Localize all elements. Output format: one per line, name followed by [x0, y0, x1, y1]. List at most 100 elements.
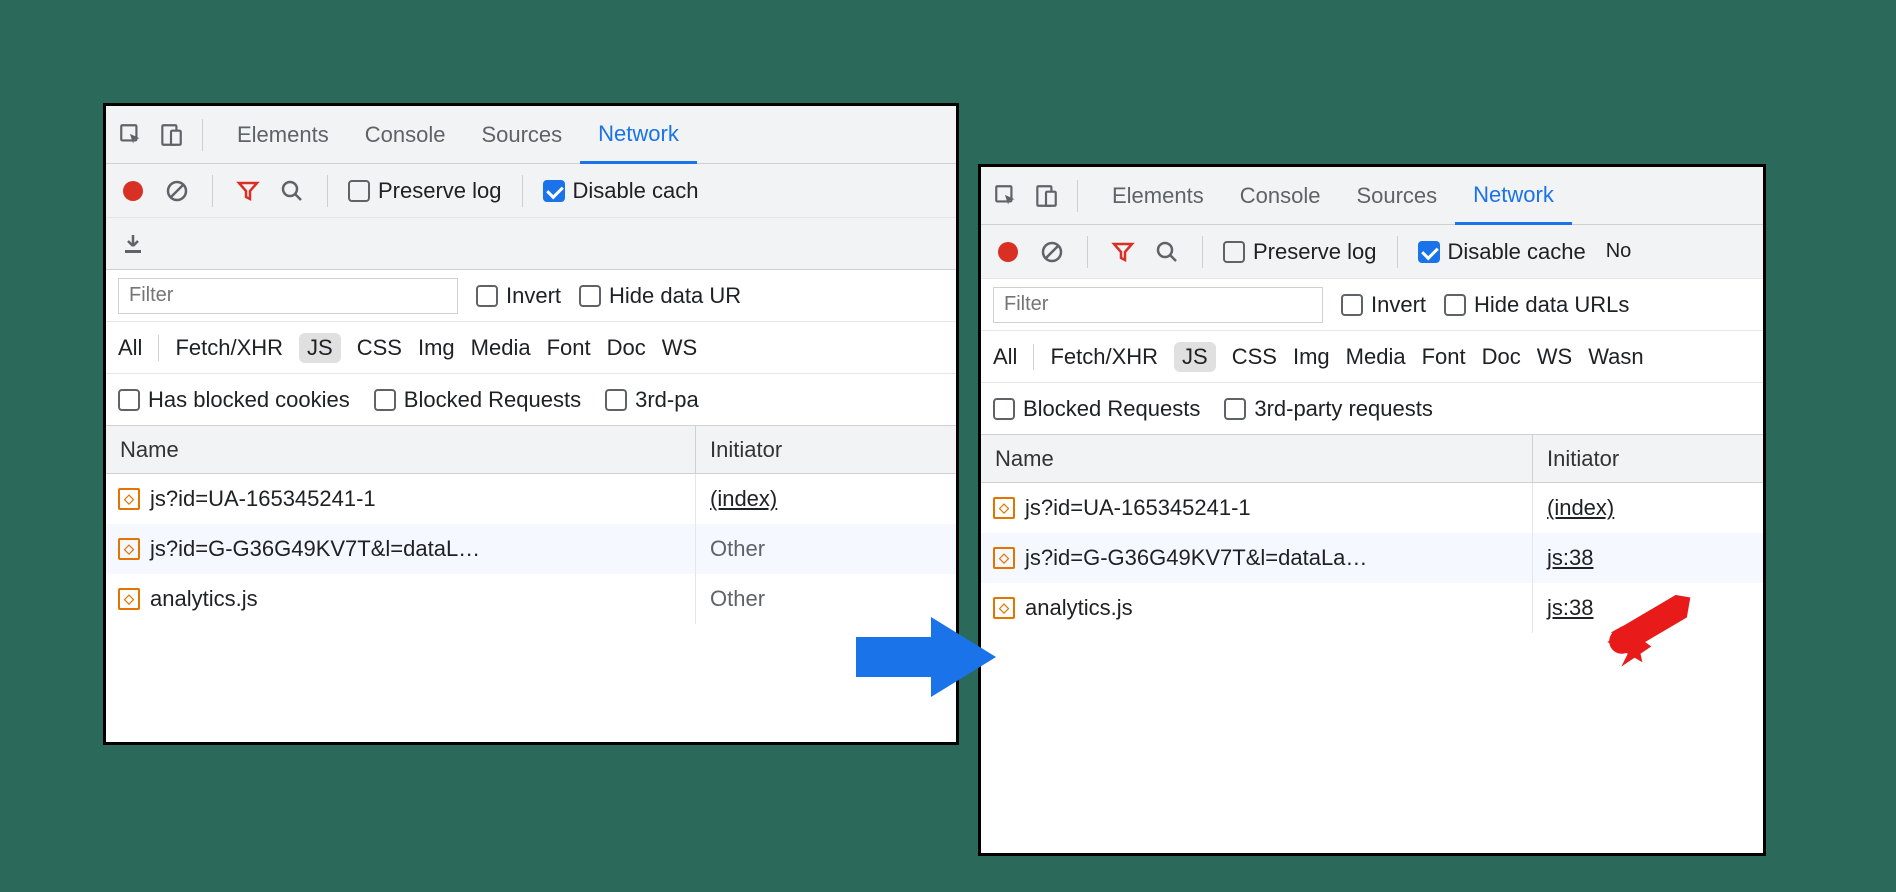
filter-icon[interactable] [1108, 237, 1138, 267]
third-party-label: 3rd-party requests [1254, 396, 1433, 422]
type-media[interactable]: Media [1346, 344, 1406, 370]
column-initiator[interactable]: Initiator [1533, 435, 1763, 482]
blocked-requests-checkbox[interactable]: Blocked Requests [993, 396, 1200, 422]
table-header: Name Initiator [981, 435, 1763, 483]
search-icon[interactable] [277, 176, 307, 206]
tab-console[interactable]: Console [347, 106, 464, 163]
type-fetch[interactable]: Fetch/XHR [175, 335, 283, 361]
filter-row: Invert Hide data URLs [981, 279, 1763, 331]
tab-sources[interactable]: Sources [463, 106, 580, 163]
checkbox-icon [1224, 398, 1246, 420]
type-wasm[interactable]: Wasn [1588, 344, 1643, 370]
red-arrow-icon [1598, 584, 1691, 677]
blocked-requests-checkbox[interactable]: Blocked Requests [374, 387, 581, 413]
table-row[interactable]: ◇ js?id=UA-165345241-1 (index) [981, 483, 1763, 533]
tab-network[interactable]: Network [580, 106, 697, 164]
hide-data-urls-checkbox[interactable]: Hide data UR [579, 283, 741, 309]
divider [522, 175, 523, 207]
type-ws[interactable]: WS [1537, 344, 1572, 370]
checkbox-icon [348, 180, 370, 202]
type-css[interactable]: CSS [1232, 344, 1277, 370]
record-button[interactable] [118, 176, 148, 206]
devtools-panel-before: Elements Console Sources Network Preserv… [103, 103, 959, 745]
js-file-icon: ◇ [118, 588, 140, 610]
third-party-checkbox[interactable]: 3rd-party requests [1224, 396, 1433, 422]
type-doc[interactable]: Doc [607, 335, 646, 361]
inspect-icon[interactable] [991, 181, 1021, 211]
divider [158, 335, 159, 361]
type-doc[interactable]: Doc [1482, 344, 1521, 370]
initiator-link[interactable]: js:38 [1547, 595, 1593, 621]
third-party-checkbox[interactable]: 3rd-pa [605, 387, 699, 413]
has-blocked-cookies-label: Has blocked cookies [148, 387, 350, 413]
type-img[interactable]: Img [418, 335, 455, 361]
search-icon[interactable] [1152, 237, 1182, 267]
clear-icon[interactable] [162, 176, 192, 206]
request-name: analytics.js [1025, 595, 1133, 621]
device-toggle-icon[interactable] [156, 120, 186, 150]
type-js[interactable]: JS [299, 333, 341, 363]
request-types-row: All Fetch/XHR JS CSS Img Media Font Doc … [106, 322, 956, 374]
js-file-icon: ◇ [118, 538, 140, 560]
type-img[interactable]: Img [1293, 344, 1330, 370]
tab-elements[interactable]: Elements [1094, 167, 1222, 224]
column-name[interactable]: Name [981, 435, 1533, 482]
preserve-log-checkbox[interactable]: Preserve log [348, 178, 502, 204]
disable-cache-label: Disable cache [1448, 239, 1586, 265]
hide-data-urls-label: Hide data URLs [1474, 292, 1629, 318]
request-initiator-cell: (index) [696, 474, 956, 524]
divider [327, 175, 328, 207]
download-icon[interactable] [118, 229, 148, 259]
type-fetch[interactable]: Fetch/XHR [1050, 344, 1158, 370]
table-row[interactable]: ◇ js?id=G-G36G49KV7T&l=dataLa… js:38 [981, 533, 1763, 583]
type-font[interactable]: Font [547, 335, 591, 361]
disable-cache-checkbox[interactable]: Disable cache [1418, 239, 1586, 265]
preserve-log-checkbox[interactable]: Preserve log [1223, 239, 1377, 265]
checkbox-icon [1444, 294, 1466, 316]
tab-elements[interactable]: Elements [219, 106, 347, 163]
has-blocked-cookies-checkbox[interactable]: Has blocked cookies [118, 387, 350, 413]
filter-input[interactable] [118, 278, 458, 314]
type-font[interactable]: Font [1422, 344, 1466, 370]
filter-input[interactable] [993, 287, 1323, 323]
type-css[interactable]: CSS [357, 335, 402, 361]
blocked-requests-label: Blocked Requests [404, 387, 581, 413]
initiator-link[interactable]: (index) [1547, 495, 1614, 521]
initiator-link[interactable]: js:38 [1547, 545, 1593, 571]
record-button[interactable] [993, 237, 1023, 267]
type-ws[interactable]: WS [662, 335, 697, 361]
type-all[interactable]: All [993, 344, 1017, 370]
download-row [106, 218, 956, 270]
tab-console[interactable]: Console [1222, 167, 1339, 224]
device-toggle-icon[interactable] [1031, 181, 1061, 211]
column-name[interactable]: Name [106, 426, 696, 473]
divider [1033, 344, 1034, 370]
table-row[interactable]: ◇ analytics.js Other [106, 574, 956, 624]
disable-cache-checkbox[interactable]: Disable cach [543, 178, 699, 204]
initiator-link[interactable]: (index) [710, 486, 777, 512]
type-js[interactable]: JS [1174, 342, 1216, 372]
filter-icon[interactable] [233, 176, 263, 206]
tab-sources[interactable]: Sources [1338, 167, 1455, 224]
divider [1087, 236, 1088, 268]
invert-label: Invert [1371, 292, 1426, 318]
js-file-icon: ◇ [993, 597, 1015, 619]
divider [1077, 180, 1078, 212]
request-name-cell: ◇ analytics.js [981, 583, 1533, 633]
devtools-tabs: Elements Console Sources Network [1094, 167, 1572, 224]
invert-checkbox[interactable]: Invert [1341, 292, 1426, 318]
devtools-panel-after: Elements Console Sources Network Preserv… [978, 164, 1766, 856]
column-initiator[interactable]: Initiator [696, 426, 956, 473]
tab-network[interactable]: Network [1455, 167, 1572, 225]
invert-label: Invert [506, 283, 561, 309]
inspect-icon[interactable] [116, 120, 146, 150]
request-name-cell: ◇ analytics.js [106, 574, 696, 624]
clear-icon[interactable] [1037, 237, 1067, 267]
table-row[interactable]: ◇ js?id=G-G36G49KV7T&l=dataL… Other [106, 524, 956, 574]
type-all[interactable]: All [118, 335, 142, 361]
hide-data-urls-checkbox[interactable]: Hide data URLs [1444, 292, 1629, 318]
type-media[interactable]: Media [471, 335, 531, 361]
table-row[interactable]: ◇ js?id=UA-165345241-1 (index) [106, 474, 956, 524]
filter-row: Invert Hide data UR [106, 270, 956, 322]
invert-checkbox[interactable]: Invert [476, 283, 561, 309]
